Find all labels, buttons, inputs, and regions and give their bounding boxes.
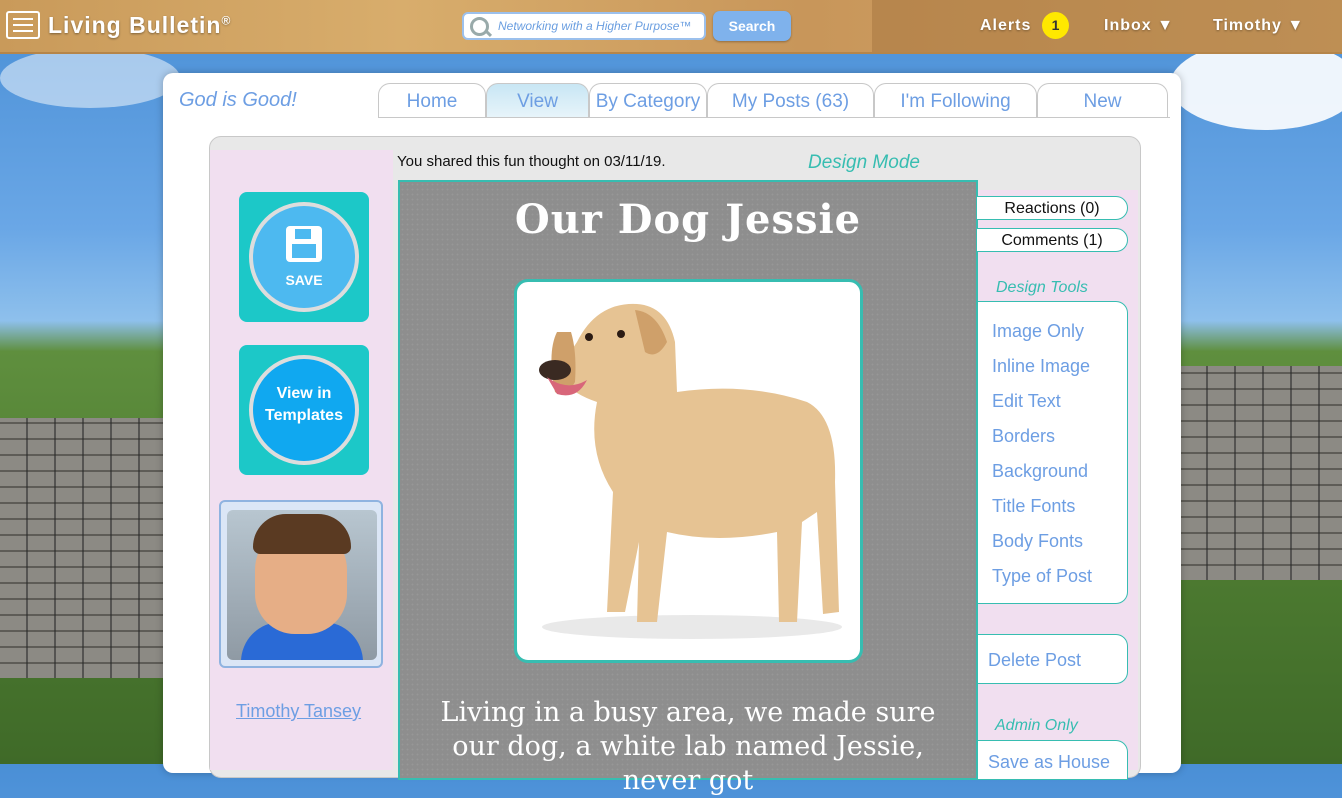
search-button[interactable]: Search xyxy=(713,11,791,41)
stone-wall-left xyxy=(0,418,165,678)
save-label: SAVE xyxy=(285,272,323,288)
save-as-house-label: Save as House xyxy=(988,752,1111,772)
alerts-link[interactable]: Alerts xyxy=(980,17,1031,35)
tool-image-only[interactable]: Image Only xyxy=(992,321,1084,342)
tab-following[interactable]: I'm Following xyxy=(874,83,1037,117)
brand-logo[interactable]: Living Bulletin® xyxy=(48,12,231,39)
design-tools-title: Design Tools xyxy=(996,279,1088,296)
delete-post-label: Delete Post xyxy=(988,650,1082,670)
save-button[interactable]: SAVE xyxy=(239,192,369,322)
stone-wall-right xyxy=(1180,366,1342,580)
reactions-button[interactable]: Reactions (0) xyxy=(976,196,1128,220)
tool-borders[interactable]: Borders xyxy=(992,426,1055,447)
save-as-house-button[interactable]: Save as House xyxy=(978,740,1128,780)
post-title[interactable]: Our Dog Jessie xyxy=(398,196,978,243)
tool-inline-image[interactable]: Inline Image xyxy=(992,356,1090,377)
post-image[interactable] xyxy=(514,279,863,663)
tab-new[interactable]: New xyxy=(1037,83,1168,117)
tool-title-fonts[interactable]: Title Fonts xyxy=(992,496,1075,517)
alerts-count-badge[interactable]: 1 xyxy=(1042,12,1069,39)
comments-button[interactable]: Comments (1) xyxy=(976,228,1128,252)
design-mode-label: Design Mode xyxy=(808,152,920,173)
tool-edit-text[interactable]: Edit Text xyxy=(992,391,1061,412)
search-box xyxy=(462,12,706,40)
post-body-text[interactable]: Living in a busy area, we made sure our … xyxy=(420,696,956,798)
search-input[interactable] xyxy=(496,18,705,34)
tab-my-posts[interactable]: My Posts (63) xyxy=(707,83,874,117)
tab-by-category[interactable]: By Category xyxy=(589,83,707,117)
floppy-disk-icon xyxy=(286,226,322,262)
tool-background[interactable]: Background xyxy=(992,461,1088,482)
background-cloud xyxy=(0,48,180,108)
inbox-menu[interactable]: Inbox ▼ xyxy=(1104,17,1174,35)
tool-type-of-post[interactable]: Type of Post xyxy=(992,566,1092,587)
design-tools-menu: Image Only Inline Image Edit Text Border… xyxy=(978,301,1128,604)
view-in-templates-button[interactable]: View in Templates xyxy=(239,345,369,475)
avatar xyxy=(227,510,377,660)
tab-home[interactable]: Home xyxy=(378,83,486,117)
user-name-link[interactable]: Timothy Tansey xyxy=(236,701,361,722)
admin-only-title: Admin Only xyxy=(995,717,1078,734)
motto-text: God is Good! xyxy=(179,89,297,111)
top-navigation-bar: Living Bulletin® Search Alerts 1 Inbox ▼… xyxy=(0,0,1342,54)
delete-post-button[interactable]: Delete Post xyxy=(978,634,1128,684)
hamburger-menu-icon[interactable] xyxy=(6,11,40,39)
user-menu[interactable]: Timothy ▼ xyxy=(1213,17,1304,35)
templates-label-line1: View in xyxy=(276,385,332,402)
search-icon xyxy=(470,17,489,36)
tool-body-fonts[interactable]: Body Fonts xyxy=(992,531,1083,552)
tab-view[interactable]: View xyxy=(486,83,589,117)
templates-label-line2: Templates xyxy=(265,407,343,424)
shared-date-text: You shared this fun thought on 03/11/19. xyxy=(397,153,666,170)
dog-photo xyxy=(539,303,842,639)
user-avatar-frame[interactable] xyxy=(219,500,383,668)
